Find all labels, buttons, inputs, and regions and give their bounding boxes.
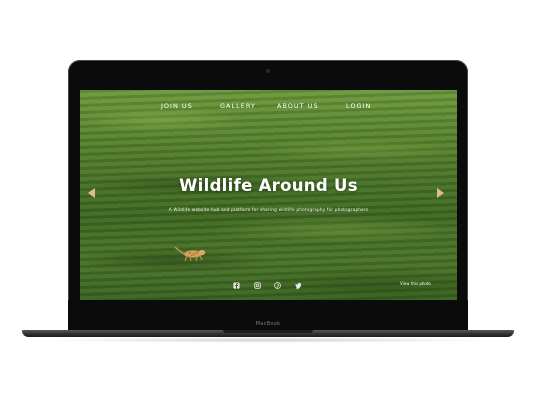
laptop-shadow	[40, 337, 496, 343]
top-nav: JOIN US GALLERY ABOUT US LOGIN	[80, 100, 457, 112]
nav-login[interactable]: LOGIN	[346, 100, 371, 112]
twitter-icon[interactable]	[295, 282, 302, 289]
view-photo-link[interactable]: View this photo	[400, 281, 431, 286]
facebook-icon[interactable]	[233, 282, 240, 289]
nav-gallery[interactable]: GALLERY	[220, 100, 256, 112]
cheetah-image	[174, 246, 206, 262]
pinterest-icon[interactable]	[274, 282, 281, 289]
camera-icon	[266, 69, 270, 73]
hero-title: Wildlife Around Us	[179, 176, 358, 195]
hero-subtitle: A Wildlife website hub and platform for …	[168, 207, 369, 212]
brand-label: MacBook	[255, 321, 281, 327]
website-screen: JOIN US GALLERY ABOUT US LOGIN Wildlife …	[80, 90, 457, 300]
instagram-icon[interactable]	[254, 282, 261, 289]
laptop-mockup: JOIN US GALLERY ABOUT US LOGIN Wildlife …	[0, 0, 536, 406]
nav-about-us[interactable]: ABOUT US	[277, 100, 319, 112]
laptop-notch	[223, 330, 313, 333]
nav-join-us[interactable]: JOIN US	[161, 100, 193, 112]
